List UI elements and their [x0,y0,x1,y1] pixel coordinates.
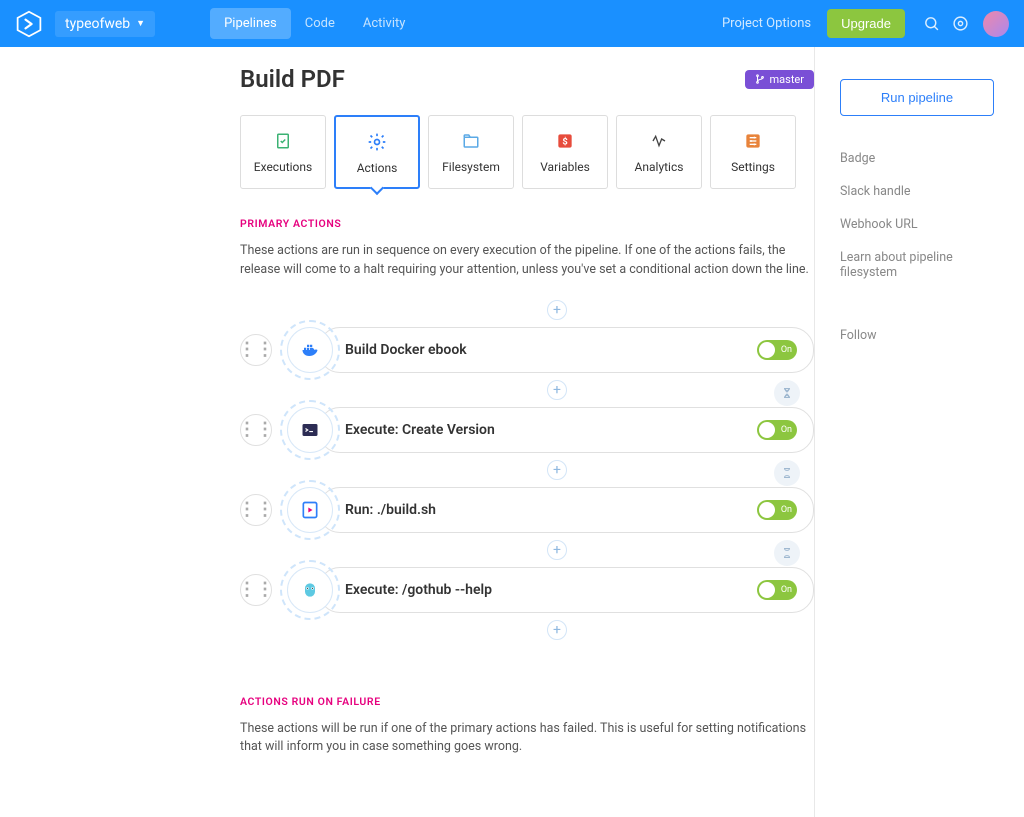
add-action-button[interactable]: + [547,300,567,320]
user-avatar[interactable] [983,11,1009,37]
tab-activity[interactable]: Activity [349,8,420,39]
tab-analytics[interactable]: Analytics [616,115,702,189]
pipeline-tabs: Executions Actions Filesystem $ Variable… [240,115,814,189]
chevron-down-icon: ▼ [136,18,145,29]
right-sidebar: Run pipeline Badge Slack handle Webhook … [814,47,1024,817]
action-toggle[interactable]: On [757,580,797,600]
sidebar-link-badge[interactable]: Badge [840,151,994,166]
action-item[interactable]: Run: ./build.sh On [318,487,814,533]
action-toggle[interactable]: On [757,420,797,440]
drag-handle[interactable]: ⋮⋮ [240,414,272,446]
sidebar-link-slack[interactable]: Slack handle [840,184,994,199]
project-selector[interactable]: typeofweb ▼ [55,11,155,37]
tab-executions[interactable]: Executions [240,115,326,189]
gear-icon [346,131,408,153]
action-toggle[interactable]: On [757,500,797,520]
tab-filesystem[interactable]: Filesystem [428,115,514,189]
project-options-link[interactable]: Project Options [722,16,811,31]
app-logo[interactable] [15,10,43,38]
sidebar-link-follow[interactable]: Follow [840,328,994,343]
help-icon[interactable] [952,15,969,32]
branch-name: master [770,73,804,86]
run-pipeline-button[interactable]: Run pipeline [840,79,994,116]
action-name: Execute: Create Version [345,422,495,438]
drag-handle[interactable]: ⋮⋮ [240,574,272,606]
add-action-button[interactable]: + [547,460,567,480]
gopher-icon [287,567,333,613]
primary-heading: PRIMARY ACTIONS [240,217,814,230]
tab-pipelines[interactable]: Pipelines [210,8,291,39]
main-content: Build PDF master Executions Actions File… [240,47,814,817]
action-item[interactable]: Build Docker ebook On [318,327,814,373]
tab-settings[interactable]: Settings [710,115,796,189]
action-item[interactable]: Execute: Create Version On [318,407,814,453]
svg-text:$: $ [562,136,567,147]
upgrade-button[interactable]: Upgrade [827,9,905,38]
action-name: Build Docker ebook [345,342,467,358]
tab-actions[interactable]: Actions [334,115,420,189]
sidebar-link-webhook[interactable]: Webhook URL [840,217,994,232]
action-row: ⋮⋮ Execute: /gothub --help On [240,560,814,620]
drag-handle[interactable]: ⋮⋮ [240,494,272,526]
dollar-icon: $ [533,130,597,152]
failure-desc: These actions will be run if one of the … [240,720,814,758]
sliders-icon [721,130,785,152]
project-name-text: typeofweb [65,16,130,32]
primary-desc: These actions are run in sequence on eve… [240,242,814,280]
check-doc-icon [251,130,315,152]
action-item[interactable]: Execute: /gothub --help On [318,567,814,613]
add-action-button[interactable]: + [547,620,567,640]
terminal-icon [287,407,333,453]
top-header: typeofweb ▼ Pipelines Code Activity Proj… [0,0,1024,47]
action-row: ⋮⋮ Build Docker ebook On [240,320,814,380]
action-name: Execute: /gothub --help [345,582,492,598]
search-icon[interactable] [923,15,940,32]
pulse-icon [627,130,691,152]
action-row: ⋮⋮ Run: ./build.sh On [240,480,814,540]
tab-variables[interactable]: $ Variables [522,115,608,189]
action-name: Run: ./build.sh [345,502,436,518]
sidebar-link-filesystem[interactable]: Learn about pipeline filesystem [840,250,994,280]
add-action-button[interactable]: + [547,540,567,560]
branch-icon [755,74,765,84]
nav-tabs: Pipelines Code Activity [210,8,419,39]
docker-icon [287,327,333,373]
drag-handle[interactable]: ⋮⋮ [240,334,272,366]
branch-badge[interactable]: master [745,70,814,89]
add-action-button[interactable]: + [547,380,567,400]
folder-icon [439,130,503,152]
page-title: Build PDF [240,65,345,93]
play-file-icon [287,487,333,533]
tab-code[interactable]: Code [291,8,349,39]
action-row: ⋮⋮ Execute: Create Version On [240,400,814,460]
action-toggle[interactable]: On [757,340,797,360]
